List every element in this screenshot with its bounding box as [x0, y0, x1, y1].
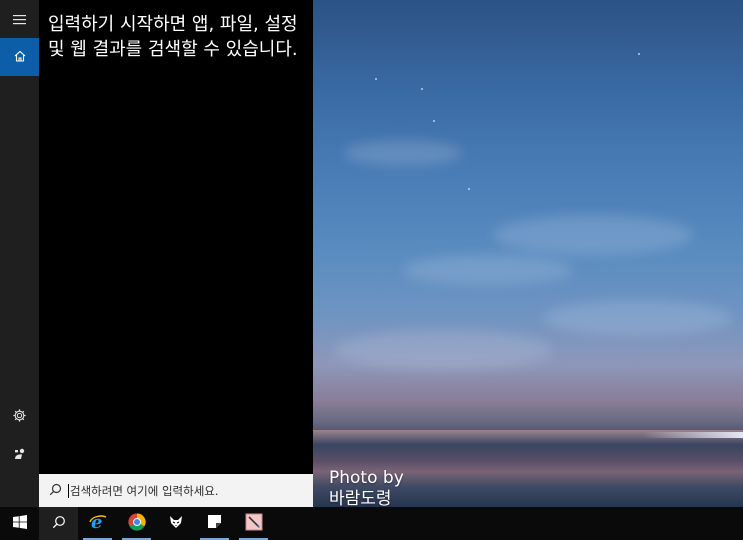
search-panel: 입력하기 시작하면 앱, 파일, 설정 및 웹 결과를 검색할 수 있습니다.: [39, 0, 313, 507]
windows-start-icon: [12, 514, 27, 533]
hamburger-menu-button[interactable]: [0, 0, 39, 38]
taskbar-chrome[interactable]: [117, 507, 156, 540]
start-button[interactable]: [0, 507, 39, 540]
settings-button[interactable]: [0, 398, 39, 436]
chrome-icon: [127, 512, 146, 535]
gear-icon: [12, 408, 27, 427]
home-button[interactable]: [0, 38, 39, 76]
hamburger-menu-icon: [13, 10, 26, 29]
search-icon: [52, 514, 66, 533]
desktop-wallpaper: Photo by 바람도령: [313, 0, 743, 507]
photo-credit-line1: Photo by: [329, 468, 404, 488]
internet-explorer-icon: e: [88, 512, 108, 536]
feedback-icon: [13, 446, 27, 465]
fox-app-icon: [168, 514, 184, 534]
sticky-notes-icon: [207, 514, 222, 533]
search-hint-text: 입력하기 시작하면 앱, 파일, 설정 및 웹 결과를 검색할 수 있습니다.: [48, 14, 298, 60]
search-box[interactable]: 검색하려면 여기에 입력하세요.: [39, 474, 313, 507]
taskbar-fox-app[interactable]: [156, 507, 195, 540]
taskbar-internet-explorer[interactable]: e: [78, 507, 117, 540]
taskbar-search-button[interactable]: [39, 507, 78, 540]
photo-credit: Photo by 바람도령: [329, 468, 404, 507]
home-icon: [13, 48, 27, 67]
search-input[interactable]: 검색하려면 여기에 입력하세요.: [68, 483, 219, 498]
photo-credit-line2: 바람도령: [329, 489, 392, 507]
start-rail: [0, 0, 39, 507]
search-icon: [49, 481, 62, 500]
paint-app-icon: [245, 513, 263, 535]
taskbar: e: [0, 507, 743, 540]
feedback-button[interactable]: [0, 436, 39, 474]
taskbar-paint-app[interactable]: [234, 507, 273, 540]
taskbar-sticky-notes[interactable]: [195, 507, 234, 540]
svg-text:e: e: [91, 512, 102, 532]
